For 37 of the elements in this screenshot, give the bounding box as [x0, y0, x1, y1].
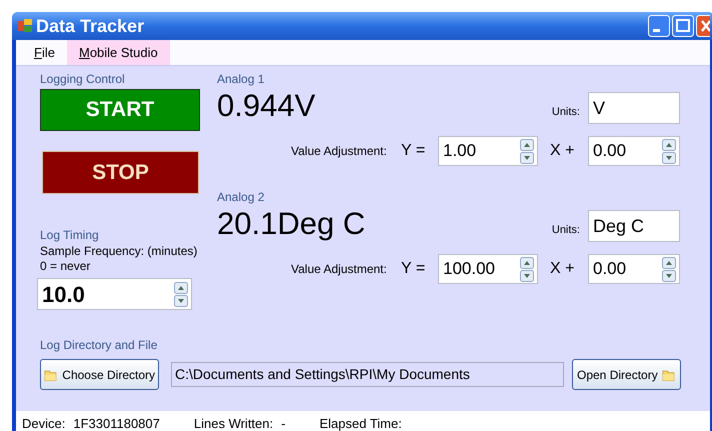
number-field[interactable]: 1.00 [438, 136, 538, 166]
number-field[interactable]: 10.0 [37, 278, 192, 310]
path-field: C:\Documents and Settings\RPI\My Documents [171, 362, 564, 387]
status-label: Lines Written: [194, 415, 274, 431]
reading-value: 20.1Deg C [217, 206, 366, 242]
x-label: X + [549, 141, 576, 161]
section-label: Logging Control [40, 71, 126, 88]
open-directory-button[interactable]: Open Directory [572, 359, 681, 390]
adjustment-label: Value Adjustment: [291, 143, 388, 160]
menu-item[interactable]: File [22, 40, 67, 65]
start-button[interactable]: START [40, 89, 200, 131]
menu-item[interactable]: Mobile Studio [66, 40, 170, 65]
stop-button[interactable]: STOP [42, 151, 199, 194]
section-label: Analog 1 [217, 71, 266, 88]
reading-value: 0.944V [217, 88, 316, 124]
window-title: Data Tracker [36, 14, 144, 38]
status-value: 1F3301180807 [73, 415, 160, 431]
units-field[interactable]: V [588, 92, 680, 124]
number-field[interactable]: 100.00 [438, 254, 538, 284]
units-label: Units: [552, 104, 580, 120]
adjustment-label: Value Adjustment: [291, 261, 388, 278]
units-field[interactable]: Deg C [588, 210, 680, 242]
x-label: X + [549, 259, 576, 279]
hint-text: 0 = never [40, 259, 92, 274]
section-label: Analog 2 [217, 189, 266, 206]
y-label: Y = [401, 259, 426, 279]
choose-directory-button[interactable]: Choose Directory [40, 359, 159, 390]
status-label: Device: [22, 415, 66, 431]
number-field[interactable]: 0.00 [588, 254, 680, 284]
section-label: Log Timing [40, 227, 100, 244]
number-field[interactable]: 0.00 [588, 136, 680, 166]
section-label: Log Directory and File [40, 337, 158, 354]
y-label: Y = [401, 141, 426, 161]
status-label: Elapsed Time: [319, 415, 402, 431]
hint-text: Sample Frequency: (minutes) [40, 244, 198, 259]
status-value: - [281, 415, 286, 431]
units-label: Units: [552, 222, 580, 238]
